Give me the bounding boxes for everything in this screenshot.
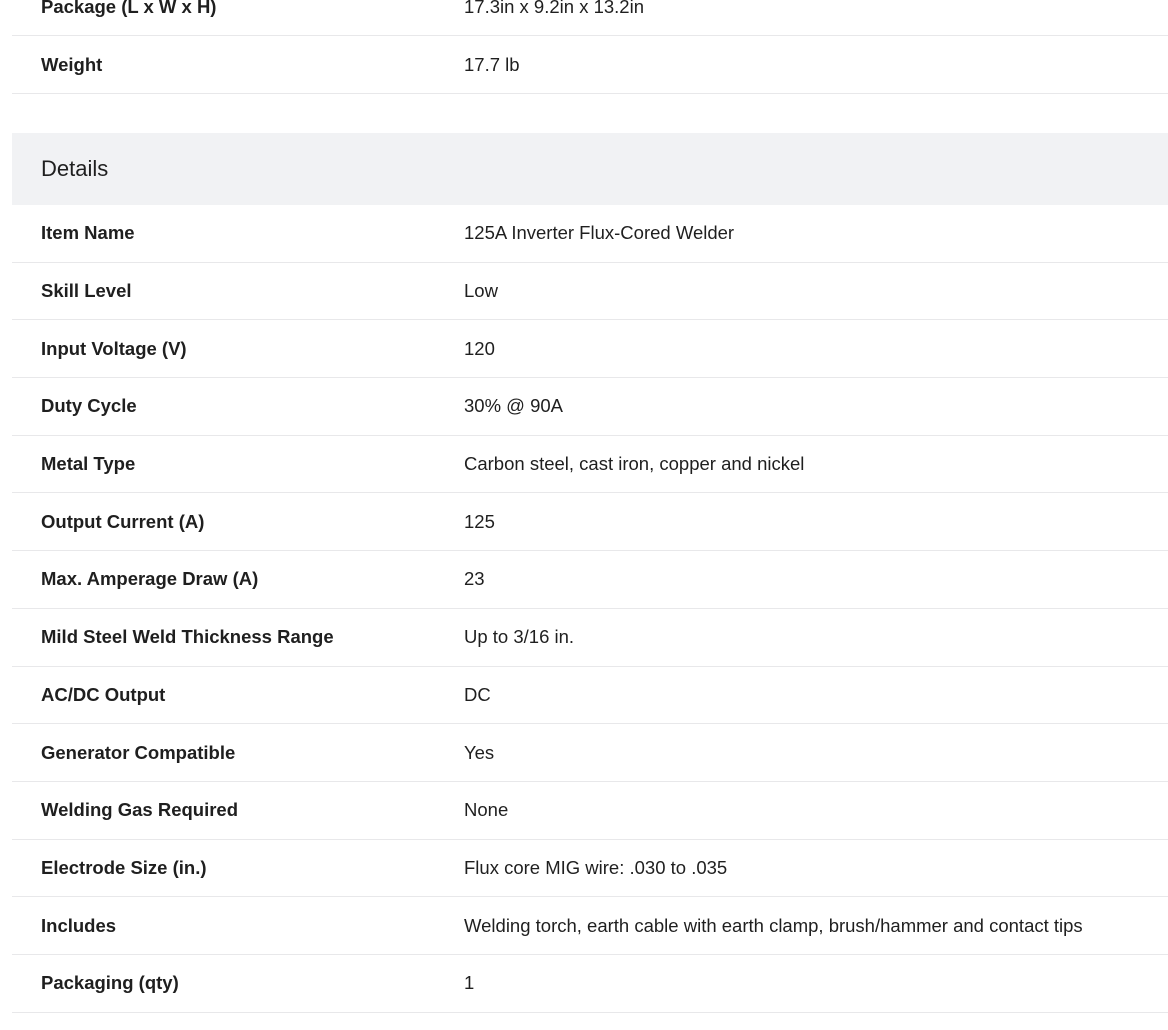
spec-label: Weight: [41, 53, 103, 75]
details-table: Details Item Name 125A Inverter Flux-Cor…: [12, 133, 1168, 1013]
spec-row-duty-cycle: Duty Cycle 30% @ 90A: [12, 378, 1168, 436]
spec-value: 17.7 lb: [464, 53, 520, 75]
spec-value: 125: [464, 510, 495, 532]
spec-value: Flux core MIG wire: .030 to .035: [464, 856, 728, 878]
spec-row-max-amperage: Max. Amperage Draw (A) 23: [12, 551, 1168, 609]
spec-value: 125A Inverter Flux-Cored Welder: [464, 222, 735, 244]
spec-row-weight: Weight 17.7 lb: [12, 36, 1168, 94]
spec-row-electrode-size: Electrode Size (in.) Flux core MIG wire:…: [12, 840, 1168, 898]
spec-value: 30% @ 90A: [464, 395, 564, 417]
spec-row-metal-type: Metal Type Carbon steel, cast iron, copp…: [12, 436, 1168, 494]
spec-row-input-voltage: Input Voltage (V) 120: [12, 320, 1168, 379]
spec-value: 1: [464, 972, 475, 994]
spec-row-item-name: Item Name 125A Inverter Flux-Cored Welde…: [12, 205, 1168, 263]
spec-value: None: [464, 799, 509, 821]
spec-row-skill-level: Skill Level Low: [12, 263, 1168, 321]
spec-label: Item Name: [41, 222, 135, 244]
spec-row-generator-compatible: Generator Compatible Yes: [12, 724, 1168, 782]
spec-row-package: Package (L x W x H) 17.3in x 9.2in x 13.…: [12, 0, 1168, 36]
spec-label: Duty Cycle: [41, 395, 137, 417]
spec-label: Includes: [41, 914, 117, 936]
spec-value: Carbon steel, cast iron, copper and nick…: [464, 453, 805, 475]
spec-value: Up to 3/16 in.: [464, 626, 575, 648]
spec-value: 17.3in x 9.2in x 13.2in: [464, 0, 644, 17]
spec-label: Welding Gas Required: [41, 799, 239, 821]
spec-row-welding-gas: Welding Gas Required None: [12, 782, 1168, 840]
spec-label: Packaging (qty): [41, 972, 179, 994]
spec-label: Input Voltage (V): [41, 337, 187, 359]
spec-label: Skill Level: [41, 280, 132, 302]
dimensions-table: Package (L x W x H) 17.3in x 9.2in x 13.…: [12, 0, 1168, 94]
spec-row-includes: Includes Welding torch, earth cable with…: [12, 897, 1168, 955]
spec-row-packaging-qty: Packaging (qty) 1: [12, 955, 1168, 1013]
spec-row-output-current: Output Current (A) 125: [12, 493, 1168, 552]
spec-label: Output Current (A): [41, 510, 205, 532]
spec-page: Package (L x W x H) 17.3in x 9.2in x 13.…: [0, 0, 1168, 1030]
spec-label: Mild Steel Weld Thickness Range: [41, 626, 334, 648]
spec-label: Package (L x W x H): [41, 0, 217, 17]
spec-label: AC/DC Output: [41, 683, 166, 705]
spec-label: Metal Type: [41, 453, 136, 475]
spec-value: 120: [464, 337, 495, 359]
spec-value: Welding torch, earth cable with earth cl…: [464, 914, 1083, 936]
spec-label: Generator Compatible: [41, 741, 236, 763]
details-section-title: Details: [12, 133, 1168, 205]
spec-value: Low: [464, 280, 498, 302]
spec-label: Electrode Size (in.): [41, 856, 207, 878]
spec-value: DC: [464, 683, 491, 705]
spec-label: Max. Amperage Draw (A): [41, 568, 259, 590]
spec-row-ac-dc-output: AC/DC Output DC: [12, 667, 1168, 725]
spec-value: Yes: [464, 741, 495, 763]
spec-value: 23: [464, 568, 485, 590]
spec-row-weld-thickness: Mild Steel Weld Thickness Range Up to 3/…: [12, 609, 1168, 667]
